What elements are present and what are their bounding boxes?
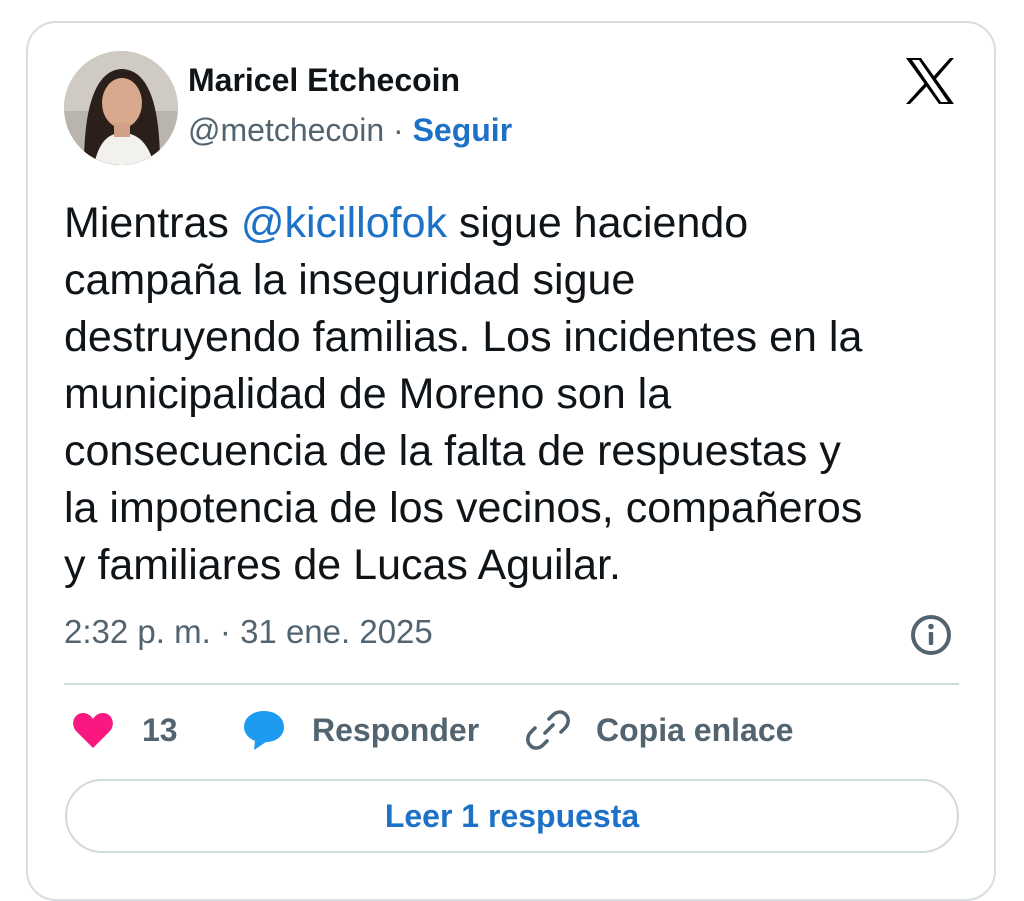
tweet-timestamp[interactable]: 2:32 p. m. · 31 ene. 2025 <box>64 613 433 651</box>
reply-label: Responder <box>312 711 480 748</box>
heart-icon <box>73 713 113 748</box>
link-icon <box>526 710 570 750</box>
follow-button[interactable]: Seguir <box>413 112 513 148</box>
meta-separator: · <box>393 112 404 148</box>
avatar[interactable] <box>64 51 178 165</box>
tweet-line-2: campaña la inseguridad sigue <box>64 256 636 304</box>
x-logo-icon[interactable] <box>904 57 956 105</box>
copy-link-button[interactable]: Copia enlace <box>526 708 793 752</box>
read-replies-label: Leer 1 respuesta <box>384 797 640 834</box>
tweet-line-5: consecuencia de la falta de respuestas y <box>64 427 841 475</box>
reply-button[interactable]: Responder <box>242 708 479 752</box>
mention-link[interactable]: @kicillofok <box>241 199 447 247</box>
info-icon[interactable] <box>910 614 952 656</box>
like-count: 13 <box>142 711 178 748</box>
tweet-text: Mientras @kicillofok sigue haciendo camp… <box>64 195 964 594</box>
copy-link-label: Copia enlace <box>596 711 794 748</box>
author-handle[interactable]: @metchecoin <box>188 112 384 148</box>
tweet-line-6: la impotencia de los vecinos, compañeros <box>64 484 863 532</box>
like-button[interactable]: 13 <box>72 708 178 752</box>
tweet-line-1: Mientras @kicillofok sigue haciendo <box>64 199 749 247</box>
author-name[interactable]: Maricel Etchecoin <box>188 62 460 99</box>
tweet-line-3: destruyendo familias. Los incidentes en … <box>64 313 863 361</box>
tweet-line-7: y familiares de Lucas Aguilar. <box>64 541 621 589</box>
reply-bubble-icon <box>244 711 284 750</box>
read-replies-button[interactable]: Leer 1 respuesta <box>65 779 959 853</box>
divider <box>64 683 959 685</box>
author-meta: @metchecoin · Seguir <box>188 112 512 149</box>
tweet-line-4: municipalidad de Moreno son la <box>64 370 672 418</box>
